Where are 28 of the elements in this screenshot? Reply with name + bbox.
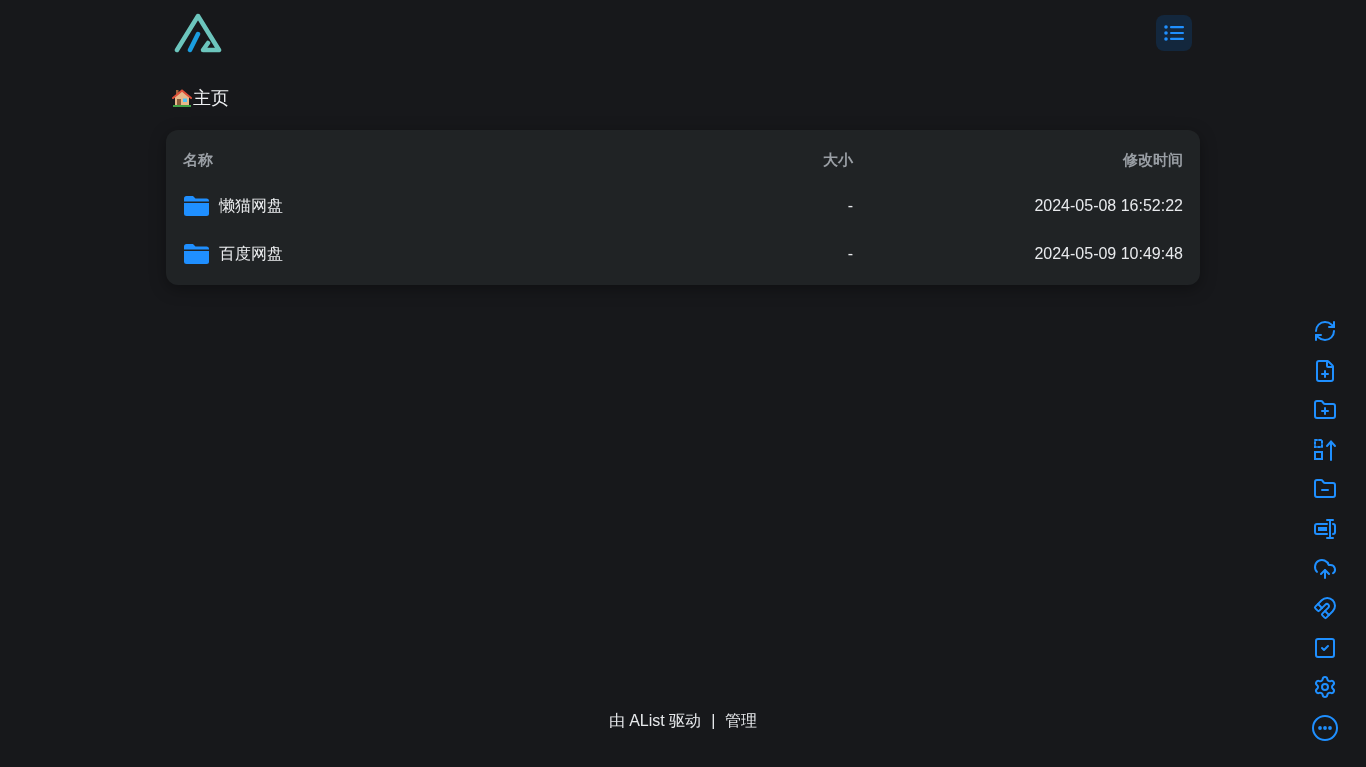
checkbox-icon[interactable] (1313, 635, 1337, 660)
modified-time: 2024-05-08 16:52:22 (1034, 196, 1183, 216)
refresh-icon[interactable] (1313, 319, 1337, 343)
file-size: - (847, 244, 853, 264)
powered-by-link[interactable]: 由 AList 驱动 (608, 709, 702, 733)
settings-icon[interactable] (1313, 675, 1337, 700)
column-header[interactable]: 大小 (693, 148, 853, 172)
house-icon (172, 89, 192, 107)
column-header[interactable]: 修改时间 (853, 148, 1183, 172)
column-header[interactable]: 名称 (183, 148, 693, 172)
manage-link[interactable]: 管理 (725, 709, 758, 733)
separator: | (711, 711, 716, 731)
text-cursor-icon[interactable] (1313, 516, 1337, 541)
file-name[interactable]: 百度网盘 (219, 242, 283, 266)
more-icon[interactable] (1312, 714, 1338, 741)
squares-arrow-icon[interactable] (1313, 437, 1337, 462)
folder-icon (184, 196, 209, 216)
cloud-upload-icon[interactable] (1313, 556, 1337, 581)
modified-time: 2024-05-09 10:49:48 (1034, 244, 1183, 264)
file-size: - (847, 196, 853, 216)
list-icon (1164, 25, 1184, 41)
breadcrumb-link[interactable]: 主页 (193, 86, 229, 110)
file-name[interactable]: 懒猫网盘 (219, 194, 283, 218)
folder-icon (184, 244, 209, 264)
logo-icon[interactable] (174, 13, 222, 53)
file-plus-icon[interactable] (1313, 358, 1337, 383)
menu-button[interactable] (1156, 15, 1192, 51)
magnet-icon[interactable] (1313, 596, 1337, 621)
